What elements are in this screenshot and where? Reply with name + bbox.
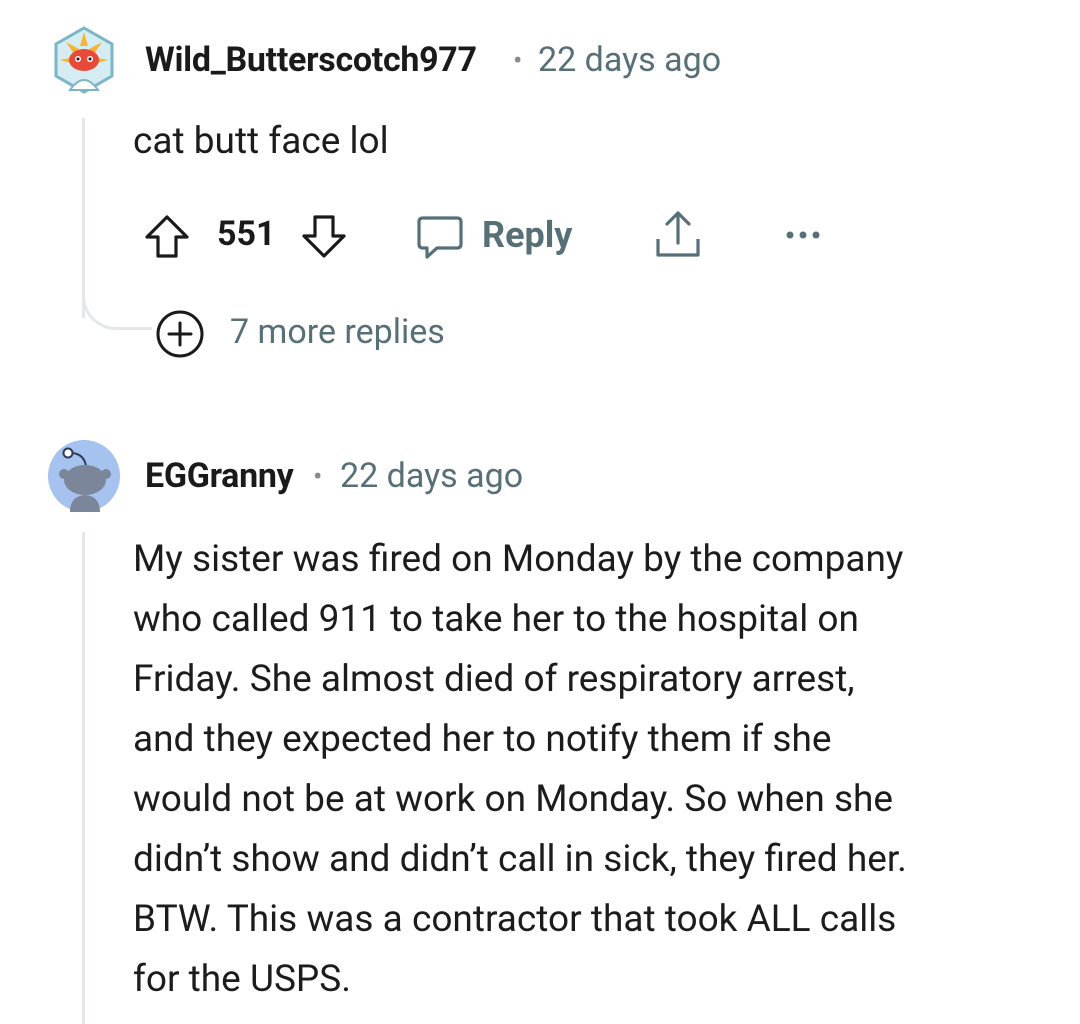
default-snoo-avatar-icon[interactable] <box>48 440 120 512</box>
avatar-icon[interactable] <box>52 24 116 96</box>
thread-line[interactable] <box>82 532 85 1024</box>
vote-score: 551 <box>217 214 276 254</box>
comment-author[interactable]: Wild_Butterscotch977 <box>145 40 477 80</box>
expand-plus-icon[interactable] <box>154 308 206 364</box>
comment-timestamp: 22 days ago <box>538 40 722 80</box>
meta-separator: • <box>313 460 323 493</box>
comment-body-line: and they expected her to notify them if … <box>133 718 832 761</box>
more-replies-link[interactable]: 7 more replies <box>230 312 445 352</box>
thread-line-curve <box>82 278 152 330</box>
comment-body-line: who called 911 to take her to the hospit… <box>133 598 859 641</box>
comment-body-line: for the USPS. <box>133 958 351 1001</box>
comment-body-line: BTW. This was a contractor that took ALL… <box>133 898 897 941</box>
comment-author[interactable]: EGGranny <box>145 456 294 496</box>
meta-separator: • <box>513 44 523 77</box>
downvote-icon[interactable] <box>300 212 348 264</box>
comment-timestamp: 22 days ago <box>340 456 524 496</box>
comment-body-line: My sister was fired on Monday by the com… <box>133 538 904 581</box>
share-icon[interactable] <box>652 207 704 267</box>
comment-body-line: didn’t show and didn’t call in sick, the… <box>133 838 907 881</box>
more-options-icon[interactable] <box>783 226 823 245</box>
comment-body: My sister was fired on Monday by the com… <box>133 530 1043 1010</box>
comment-body-line: Friday. She almost died of respiratory a… <box>133 658 855 701</box>
comment-icon[interactable] <box>415 212 465 266</box>
reply-button[interactable]: Reply <box>482 214 572 256</box>
comment-body-line: would not be at work on Monday. So when … <box>133 778 894 821</box>
upvote-icon[interactable] <box>143 212 191 264</box>
comment-body: cat butt face lol <box>133 120 389 163</box>
